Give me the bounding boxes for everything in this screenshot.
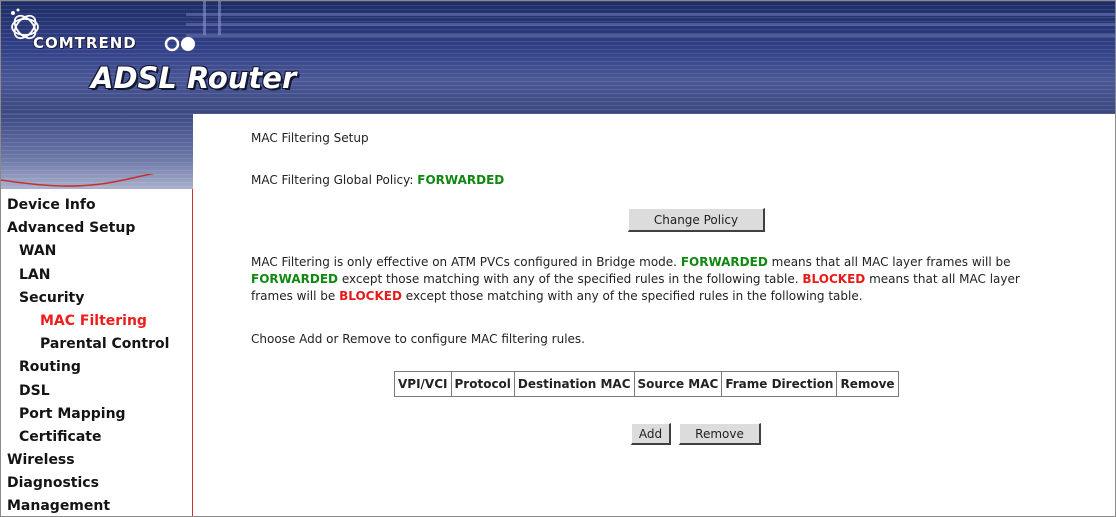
left-decoration (1, 114, 193, 189)
keyword-forwarded: FORWARDED (251, 272, 338, 286)
keyword-forwarded: FORWARDED (680, 255, 768, 269)
mac-filter-rules-table: VPI/VCI Protocol Destination MAC Source … (394, 371, 899, 397)
page-title: MAC Filtering Setup (251, 131, 369, 145)
column-header-remove: Remove (836, 371, 899, 397)
description-text: means that all MAC layer (869, 272, 1020, 286)
column-header-protocol: Protocol (450, 371, 515, 397)
description-line-1: MAC Filtering is only effective on ATM P… (251, 254, 1113, 271)
instruction-text: Choose Add or Remove to configure MAC fi… (251, 332, 585, 346)
remove-button[interactable]: Remove (679, 423, 761, 445)
sidebar-item-management[interactable]: Management (7, 495, 169, 516)
description-text: means that all MAC layer frames will be (771, 255, 1011, 269)
policy-value: FORWARDED (417, 173, 505, 187)
global-policy: MAC Filtering Global Policy: FORWARDED (251, 173, 504, 187)
sidebar-item-diagnostics[interactable]: Diagnostics (7, 472, 169, 495)
description-text: except those matching with any of the sp… (341, 272, 799, 286)
description-line-2: FORWARDED except those matching with any… (251, 271, 1113, 288)
description-text: MAC Filtering is only effective on ATM P… (251, 255, 677, 269)
sidebar-item-dsl[interactable]: DSL (7, 380, 169, 403)
column-header-source-mac: Source MAC (633, 371, 723, 397)
sidebar: Device Info Advanced Setup WAN LAN Secur… (1, 189, 193, 516)
sidebar-item-device-info[interactable]: Device Info (7, 194, 169, 217)
sidebar-item-certificate[interactable]: Certificate (7, 426, 169, 449)
product-name: ADSL Router (91, 61, 297, 95)
sidebar-item-lan[interactable]: LAN (7, 264, 169, 287)
brand-dots-icon (164, 36, 195, 52)
brand-name: COMTREND (33, 34, 137, 52)
sidebar-item-routing[interactable]: Routing (7, 356, 169, 379)
add-button[interactable]: Add (631, 423, 671, 445)
header-banner: COMTREND ADSL Router (1, 1, 1115, 114)
description-line-3: frames will be BLOCKED except those matc… (251, 288, 1113, 305)
column-header-destination-mac: Destination MAC (513, 371, 635, 397)
sidebar-item-parental-control[interactable]: Parental Control (7, 333, 169, 356)
column-header-vpi-vci: VPI/VCI (394, 371, 452, 397)
sidebar-nav: Device Info Advanced Setup WAN LAN Secur… (7, 194, 169, 516)
policy-label: MAC Filtering Global Policy: (251, 173, 414, 187)
table-header-row: VPI/VCI Protocol Destination MAC Source … (394, 371, 899, 397)
sidebar-item-wireless[interactable]: Wireless (7, 449, 169, 472)
column-header-frame-direction: Frame Direction (721, 371, 838, 397)
sidebar-item-port-mapping[interactable]: Port Mapping (7, 403, 169, 426)
sidebar-item-wan[interactable]: WAN (7, 240, 169, 263)
change-policy-button[interactable]: Change Policy (628, 208, 765, 232)
description-text: frames will be (251, 289, 336, 303)
keyword-blocked: BLOCKED (802, 272, 866, 286)
description-text: except those matching with any of the sp… (405, 289, 863, 303)
sidebar-item-advanced-setup[interactable]: Advanced Setup (7, 217, 169, 240)
sidebar-item-mac-filtering[interactable]: MAC Filtering (7, 310, 169, 333)
decorative-curve (1, 174, 155, 187)
description-paragraph: MAC Filtering is only effective on ATM P… (251, 254, 1113, 305)
keyword-blocked: BLOCKED (339, 289, 402, 303)
sidebar-item-security[interactable]: Security (7, 287, 169, 310)
router-web-ui: COMTREND ADSL Router Device Info Advance… (0, 0, 1116, 517)
